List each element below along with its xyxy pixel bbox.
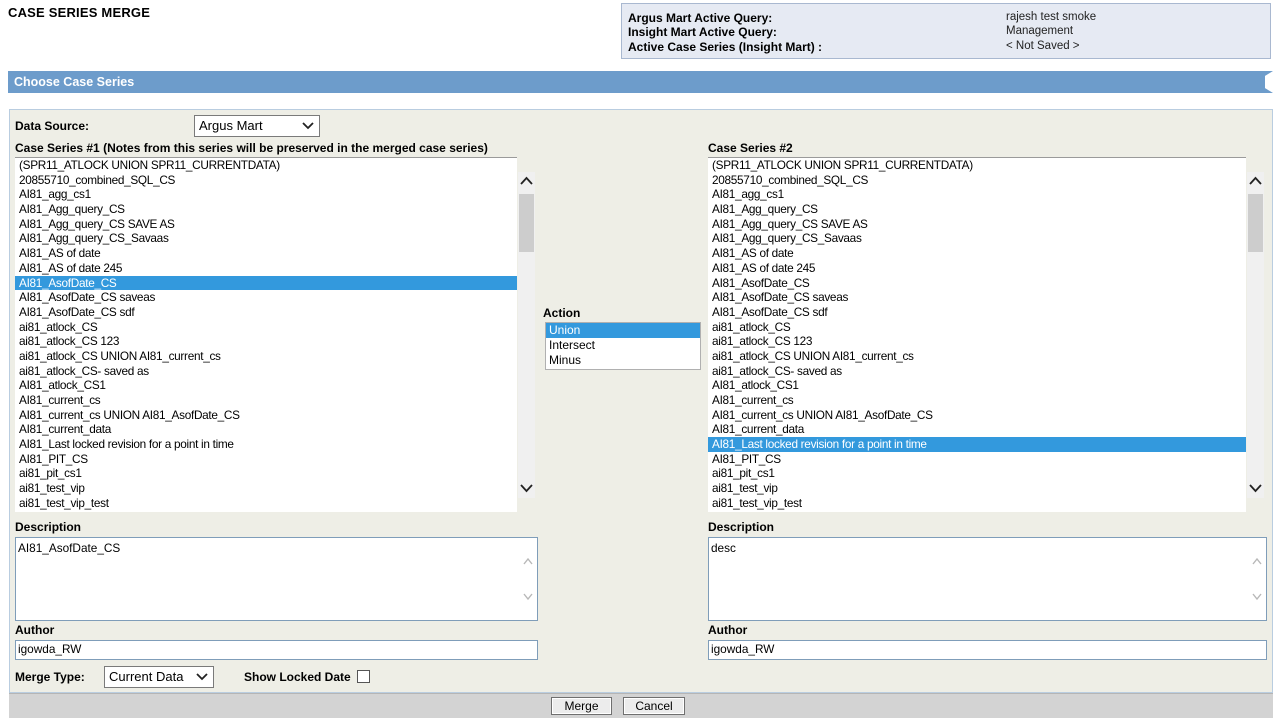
list-item[interactable]: ai81_pit_cs1 [708, 466, 1246, 481]
data-source-value: Argus Mart [199, 118, 263, 133]
list-item[interactable]: ai81_atlock_CS 123 [708, 334, 1246, 349]
description-1-field[interactable]: AI81_AsofDate_CS [15, 537, 538, 621]
list-item[interactable]: AI81_Agg_query_CS [708, 202, 1246, 217]
section-header-tip [1255, 71, 1273, 93]
action-option-minus[interactable]: Minus [546, 353, 700, 368]
author-1-input[interactable]: igowda_RW [15, 640, 538, 660]
textarea-scroll-arrows-icon [523, 557, 533, 601]
description-2-label: Description [708, 520, 775, 534]
description-2-value: desc [711, 541, 736, 555]
scrollbar-thumb[interactable] [519, 194, 534, 252]
list-item[interactable]: AI81_PIT_CS [708, 452, 1246, 467]
list-item[interactable]: (SPR11_ATLOCK UNION SPR11_CURRENTDATA) [708, 158, 1246, 173]
list-item[interactable]: AI81_AS of date [15, 246, 517, 261]
list-item[interactable]: AI81_agg_cs1 [15, 187, 517, 202]
action-option-intersect[interactable]: Intersect [546, 338, 700, 353]
list-item[interactable]: ai81_atlock_CS 123 [15, 334, 517, 349]
list-item[interactable]: AI81_Agg_query_CS SAVE AS [15, 217, 517, 232]
list-item[interactable]: AI81_Agg_query_CS_Savaas [708, 231, 1246, 246]
list-item[interactable]: ai81_atlock_CS- saved as [708, 364, 1246, 379]
active-case-series-value: < Not Saved > [1006, 40, 1080, 52]
list-item[interactable]: AI81_AS of date [708, 246, 1246, 261]
list-item[interactable]: AI81_current_data [708, 422, 1246, 437]
list-item[interactable]: ai81_test_vip_test [708, 496, 1246, 511]
list-item[interactable]: AI81_atlock_CS1 [15, 378, 517, 393]
list-item[interactable]: ai81_atlock_CS UNION AI81_current_cs [708, 349, 1246, 364]
list-item[interactable]: (SPR11_ATLOCK UNION SPR11_CURRENTDATA) [15, 158, 517, 173]
case-series-1-list[interactable]: (SPR11_ATLOCK UNION SPR11_CURRENTDATA) 20… [15, 157, 517, 512]
description-1-label: Description [15, 520, 82, 534]
list-item[interactable]: AI81_current_cs [15, 393, 517, 408]
merge-type-select[interactable]: Current Data [104, 666, 214, 688]
list-item[interactable]: ai81_test_vip_test [15, 496, 517, 511]
author-2-label: Author [708, 623, 748, 637]
list-item[interactable]: AI81_AsofDate_CS sdf [708, 305, 1246, 320]
merge-type-value: Current Data [109, 669, 184, 684]
chevron-down-icon [302, 122, 314, 130]
show-locked-date-label: Show Locked Date [244, 670, 351, 684]
textarea-scroll-arrows-icon [1252, 557, 1262, 601]
list-item[interactable]: ai81_pit_cs1 [15, 466, 517, 481]
cancel-button[interactable]: Cancel [623, 697, 685, 715]
list-item[interactable]: AI81_AS of date 245 [15, 261, 517, 276]
active-query-info-box: Argus Mart Active Query: rajesh test smo… [621, 3, 1271, 59]
data-source-select[interactable]: Argus Mart [194, 115, 320, 137]
action-option-union[interactable]: Union [546, 323, 700, 338]
list-item[interactable]: ai81_test_vip [708, 481, 1246, 496]
list-item[interactable]: ai81_atlock_CS [708, 320, 1246, 335]
show-locked-date-checkbox[interactable] [357, 670, 370, 683]
merge-type-label: Merge Type: [15, 670, 85, 684]
list-item[interactable]: 20855710_combined_SQL_CS [708, 173, 1246, 188]
merge-button[interactable]: Merge [551, 697, 612, 715]
author-1-label: Author [15, 623, 55, 637]
argus-mart-query-value: rajesh test smoke [1006, 11, 1097, 23]
case-series-2-label: Case Series #2 [708, 141, 793, 155]
list-item[interactable]: AI81_AsofDate_CS [15, 275, 517, 291]
case-series-1-label: Case Series #1 (Notes from this series w… [15, 141, 488, 155]
page-title: CASE SERIES MERGE [8, 5, 151, 20]
list-item[interactable]: AI81_Last locked revision for a point in… [708, 437, 1246, 452]
insight-mart-query-label: Insight Mart Active Query: [628, 25, 777, 39]
insight-mart-query-value: Management [1006, 25, 1074, 37]
scrollbar-thumb[interactable] [1248, 194, 1263, 252]
list-item[interactable]: AI81_agg_cs1 [708, 187, 1246, 202]
list-item[interactable]: ai81_atlock_CS- saved as [15, 364, 517, 379]
case-series-2-list[interactable]: (SPR11_ATLOCK UNION SPR11_CURRENTDATA) 20… [708, 157, 1246, 512]
list-item[interactable]: AI81_Agg_query_CS_Savaas [15, 231, 517, 246]
list-item[interactable]: AI81_AS of date 245 [708, 261, 1246, 276]
list-item[interactable]: AI81_AsofDate_CS saveas [15, 290, 517, 305]
list-item[interactable]: AI81_current_data [15, 422, 517, 437]
list-item[interactable]: AI81_current_cs UNION AI81_AsofDate_CS [708, 408, 1246, 423]
list-item[interactable]: AI81_Last locked revision for a point in… [15, 437, 517, 452]
action-label: Action [543, 306, 581, 320]
list-item[interactable]: AI81_current_cs [708, 393, 1246, 408]
list-item[interactable]: AI81_atlock_CS1 [708, 378, 1246, 393]
argus-mart-query-label: Argus Mart Active Query: [628, 11, 773, 25]
description-2-field[interactable]: desc [708, 537, 1267, 621]
list-item[interactable]: 20855710_combined_SQL_CS [15, 173, 517, 188]
chevron-down-icon[interactable] [518, 481, 535, 495]
case-series-1-scrollbar[interactable] [518, 172, 535, 498]
chevron-up-icon[interactable] [518, 174, 535, 188]
active-case-series-label: Active Case Series (Insight Mart) : [628, 40, 823, 54]
chevron-down-icon [196, 673, 208, 681]
list-item[interactable]: AI81_Agg_query_CS SAVE AS [708, 217, 1246, 232]
description-1-value: AI81_AsofDate_CS [18, 541, 121, 555]
action-list[interactable]: Union Intersect Minus [545, 322, 701, 370]
list-item[interactable]: ai81_atlock_CS UNION AI81_current_cs [15, 349, 517, 364]
list-item[interactable]: ai81_atlock_CS [15, 320, 517, 335]
author-2-input[interactable]: igowda_RW [708, 640, 1267, 660]
list-item[interactable]: AI81_Agg_query_CS [15, 202, 517, 217]
list-item[interactable]: AI81_AsofDate_CS saveas [708, 290, 1246, 305]
case-series-2-scrollbar[interactable] [1247, 172, 1264, 498]
list-item[interactable]: AI81_AsofDate_CS [708, 276, 1246, 291]
chevron-up-icon[interactable] [1247, 174, 1264, 188]
section-header-choose-case-series: Choose Case Series [8, 71, 1265, 93]
list-item[interactable]: AI81_PIT_CS [15, 452, 517, 467]
list-item[interactable]: ai81_test_vip [15, 481, 517, 496]
list-item[interactable]: AI81_AsofDate_CS sdf [15, 305, 517, 320]
data-source-label: Data Source: [15, 119, 90, 133]
list-item[interactable]: AI81_current_cs UNION AI81_AsofDate_CS [15, 408, 517, 423]
chevron-down-icon[interactable] [1247, 481, 1264, 495]
